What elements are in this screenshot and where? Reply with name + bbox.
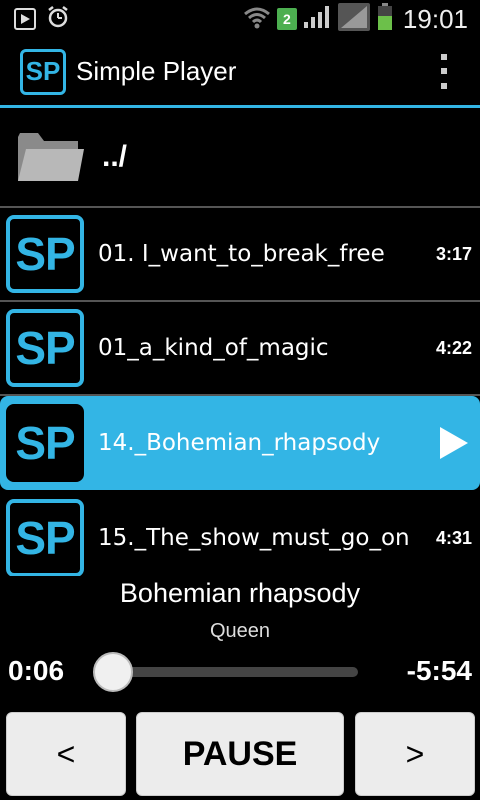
- now-playing-icon: [440, 427, 468, 459]
- list-item[interactable]: SP 15._The_show_must_go_on 4:31: [0, 492, 480, 576]
- track-sp-icon: SP: [6, 404, 84, 482]
- previous-button[interactable]: <: [6, 712, 126, 796]
- play-notification-icon: [14, 8, 36, 30]
- menu-dot-icon: [441, 68, 447, 75]
- track-duration: 4:22: [435, 337, 472, 358]
- notification-count-badge: 2: [276, 8, 297, 30]
- signal-icon: [303, 5, 331, 33]
- track-title: 01_a_kind_of_magic: [98, 335, 329, 361]
- track-sp-icon: SP: [6, 309, 84, 387]
- overflow-menu-button[interactable]: [434, 50, 454, 94]
- remaining-time: -5:54: [406, 655, 472, 686]
- seek-bar-thumb[interactable]: [93, 652, 134, 692]
- battery-icon: [377, 3, 393, 35]
- menu-dot-icon: [441, 83, 447, 90]
- clock: 19:01: [402, 3, 468, 34]
- track-duration: 4:31: [435, 527, 472, 548]
- playback-controls: < PAUSE >: [0, 712, 480, 796]
- list-item[interactable]: SP 01. I_want_to_break_free 3:17: [0, 208, 480, 302]
- parent-folder-item[interactable]: ../: [0, 108, 480, 208]
- now-playing-artist: Queen: [209, 620, 271, 642]
- elapsed-time: 0:06: [8, 655, 65, 686]
- next-button[interactable]: >: [355, 712, 475, 796]
- list-item-selected[interactable]: SP 14._Bohemian_rhapsody: [0, 396, 480, 490]
- folder-icon: [16, 129, 84, 185]
- track-sp-icon: SP: [6, 499, 84, 576]
- alarm-icon: [46, 5, 70, 33]
- track-title: 01. I_want_to_break_free: [98, 241, 385, 267]
- seek-bar[interactable]: [93, 652, 358, 692]
- track-duration: 3:17: [435, 243, 472, 264]
- status-bar: 2 19:01: [0, 0, 480, 38]
- app-logo-icon[interactable]: SP: [20, 48, 66, 95]
- list-item[interactable]: SP 01_a_kind_of_magic 4:22: [0, 302, 480, 396]
- parent-folder-label: ../: [102, 140, 128, 173]
- track-list[interactable]: ../ SP 01. I_want_to_break_free 3:17 SP …: [0, 108, 480, 576]
- menu-dot-icon: [441, 53, 447, 60]
- app-title: Simple Player: [76, 56, 237, 86]
- pause-button[interactable]: PAUSE: [136, 712, 344, 796]
- track-title: 14._Bohemian_rhapsody: [98, 430, 381, 456]
- track-sp-icon: SP: [6, 215, 84, 293]
- wifi-icon: [243, 5, 271, 33]
- now-playing-title: Bohemian rhapsody: [119, 578, 361, 608]
- action-bar: SP Simple Player: [0, 38, 480, 108]
- track-title: 15._The_show_must_go_on: [98, 525, 410, 551]
- signal-icon-secondary: [337, 2, 371, 36]
